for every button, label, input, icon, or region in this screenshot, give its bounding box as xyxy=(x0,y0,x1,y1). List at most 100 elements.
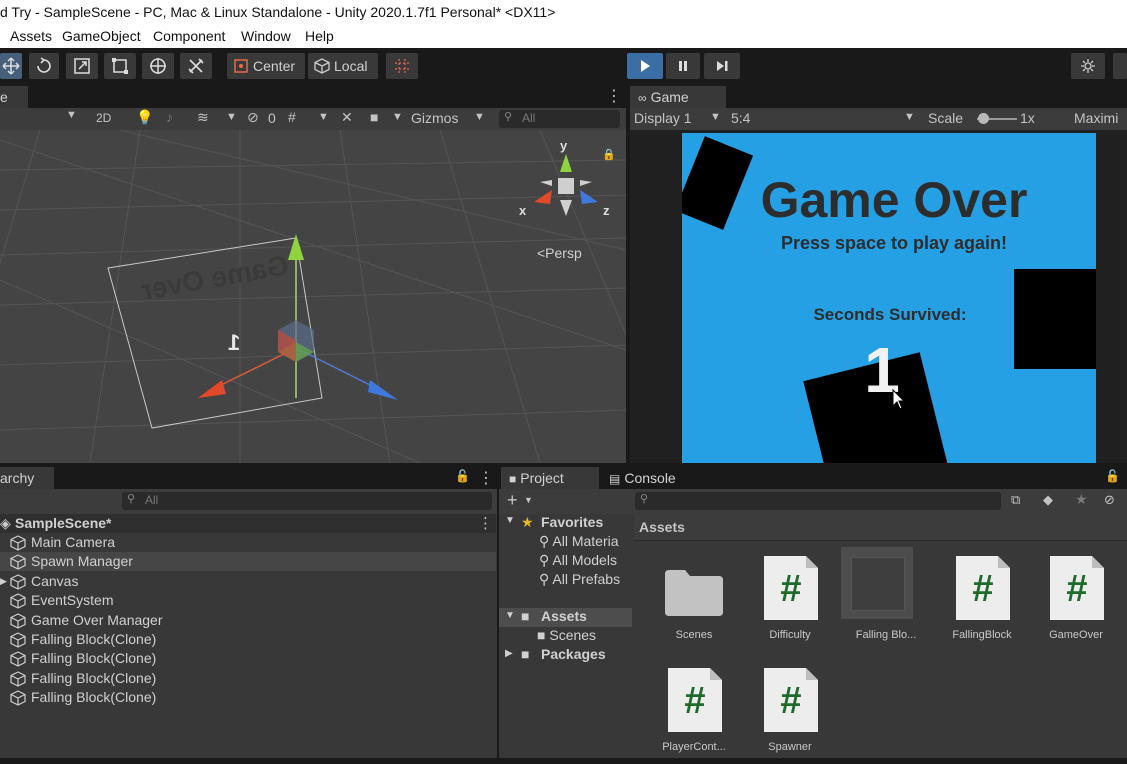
hierarchy-item[interactable]: Falling Block(Clone) xyxy=(0,649,496,668)
pivot-center-button[interactable]: Center xyxy=(227,53,305,79)
pause-button[interactable] xyxy=(666,53,700,79)
game-view[interactable]: Game Over Press space to play again! Sec… xyxy=(630,130,1127,463)
favorites-expand-icon[interactable]: ▼ xyxy=(505,515,515,526)
aspect-dropdown-icon[interactable]: ▼ xyxy=(904,111,915,123)
asset-breadcrumb-bar: Assets xyxy=(634,514,1127,541)
gameobject-cube-icon xyxy=(10,671,26,687)
menu-gameobject[interactable]: GameObject xyxy=(62,28,141,44)
menu-assets[interactable]: Assets xyxy=(10,28,52,44)
scene-panel-menu-icon[interactable]: ⋮ xyxy=(606,86,622,106)
hierarchy-scene-row[interactable]: ◈ SampleScene* ⋮ xyxy=(0,514,496,533)
transform-tool-button[interactable] xyxy=(142,53,174,79)
asset-tile[interactable]: # GameOver xyxy=(1036,552,1116,652)
hierarchy-item[interactable]: Game Over Manager xyxy=(0,611,496,630)
assets-expand-icon[interactable]: ▼ xyxy=(505,610,515,621)
create-plus-icon[interactable]: + xyxy=(507,490,518,511)
packages-tree-label[interactable]: Packages xyxy=(541,646,606,662)
grid-snap-button[interactable] xyxy=(386,53,418,79)
expand-arrow-icon[interactable]: ▶ xyxy=(0,576,7,587)
tab-project[interactable]: ■ Project xyxy=(501,467,599,489)
custom-tool-button[interactable] xyxy=(180,53,212,79)
favorite-item-materials[interactable]: ⚲ All Materia xyxy=(539,533,619,550)
gizmos-dropdown-icon[interactable]: ▼ xyxy=(474,111,485,123)
hierarchy-item[interactable]: EventSystem xyxy=(0,591,496,610)
scene-row-menu-icon[interactable]: ⋮ xyxy=(478,514,493,532)
tab-game[interactable]: ∞ Game xyxy=(630,86,726,108)
play-button[interactable] xyxy=(627,53,663,79)
asset-name: Falling Blo... xyxy=(855,629,917,641)
asset-tile[interactable]: Falling Blo... xyxy=(841,547,926,652)
asset-tile[interactable]: # FallingBlock xyxy=(942,552,1022,652)
lighting-icon[interactable]: 💡 xyxy=(136,109,153,126)
scene-search-input[interactable]: ⚲ All xyxy=(499,110,620,128)
asset-tile[interactable]: # PlayerCont... xyxy=(654,664,734,764)
menu-help[interactable]: Help xyxy=(305,28,334,44)
grid-dropdown-icon[interactable]: ▼ xyxy=(318,111,329,123)
tab-hierarchy[interactable]: archy xyxy=(0,467,54,489)
hierarchy-item[interactable]: ▶ Canvas xyxy=(0,572,496,591)
tree-row-assets-selected[interactable]: ▼ ■ Assets xyxy=(499,608,632,627)
hierarchy-menu-icon[interactable]: ⋮ xyxy=(478,468,494,488)
favorite-item-prefabs[interactable]: ⚲ All Prefabs xyxy=(539,571,620,588)
hierarchy-item[interactable]: Spawn Manager xyxy=(0,552,496,572)
create-dropdown-icon[interactable]: ▼ xyxy=(524,495,533,505)
menu-window[interactable]: Window xyxy=(241,28,291,44)
script-icon: # xyxy=(764,556,818,620)
favorites-label[interactable]: Favorites xyxy=(541,514,603,530)
project-search-input[interactable]: ⚲ xyxy=(635,492,1001,510)
hidden-packages-icon[interactable]: ⊘ xyxy=(1104,492,1115,508)
shading-dropdown-arrow-icon[interactable]: ▼ xyxy=(66,109,77,121)
aspect-select[interactable]: 5:4 xyxy=(731,110,750,126)
gizmos-button[interactable]: Gizmos xyxy=(411,110,458,126)
tab-console[interactable]: ▤ Console xyxy=(601,467,701,489)
tree-row-scenes[interactable]: ■ Scenes xyxy=(537,627,596,643)
panel-divider[interactable] xyxy=(626,86,630,463)
hierarchy-item[interactable]: Falling Block(Clone) xyxy=(0,630,496,649)
packages-expand-icon[interactable]: ▶ xyxy=(505,648,513,659)
pivot-local-button[interactable]: Local xyxy=(308,53,378,79)
project-lock-icon[interactable]: 🔓 xyxy=(1105,469,1120,483)
effects-icon[interactable]: ≋ xyxy=(197,109,209,126)
gizmo-lock-icon[interactable]: 🔒 xyxy=(602,148,616,161)
hierarchy-lock-icon[interactable]: 🔓 xyxy=(455,469,470,483)
filter-type-icon[interactable]: ⧉ xyxy=(1011,492,1020,508)
game-canvas[interactable]: Game Over Press space to play again! Sec… xyxy=(682,133,1096,463)
hidden-objects-icon[interactable]: ⊘ xyxy=(247,109,259,126)
camera-icon[interactable]: ■ xyxy=(370,109,378,125)
scene-view[interactable]: Game Over 1 y x z 🔒 <Persp xyxy=(0,130,626,463)
hierarchy-item[interactable]: Falling Block(Clone) xyxy=(0,669,496,688)
asset-tile[interactable]: # Spawner xyxy=(750,664,830,764)
scene-tools-icon[interactable]: ✕ xyxy=(341,109,353,126)
audio-icon[interactable]: ♪ xyxy=(166,109,173,125)
collab-button[interactable] xyxy=(1113,53,1127,79)
perspective-label[interactable]: <Persp xyxy=(537,245,582,261)
orientation-gizmo[interactable] xyxy=(522,140,612,230)
rect-tool-button[interactable] xyxy=(104,53,136,79)
effects-dropdown-icon[interactable]: ▼ xyxy=(226,111,237,123)
favorite-item-models[interactable]: ⚲ All Models xyxy=(539,552,617,569)
scale-slider-thumb[interactable] xyxy=(978,113,989,124)
breadcrumb[interactable]: Assets xyxy=(639,519,685,535)
display-dropdown-icon[interactable]: ▼ xyxy=(710,111,721,123)
step-button[interactable] xyxy=(704,53,740,79)
asset-tile[interactable]: Scenes xyxy=(654,552,734,652)
menu-component[interactable]: Component xyxy=(153,28,225,44)
maximize-on-play-button[interactable]: Maximi xyxy=(1074,110,1118,126)
mode-2d-button[interactable]: 2D xyxy=(96,111,111,125)
move-tool-button[interactable] xyxy=(0,53,22,79)
hierarchy-item[interactable]: Falling Block(Clone) xyxy=(0,688,496,707)
favorite-star-icon[interactable]: ★ xyxy=(1075,491,1088,508)
rotate-tool-button[interactable] xyxy=(29,53,59,79)
asset-tile[interactable]: # Difficulty xyxy=(750,552,830,652)
hierarchy-item[interactable]: Main Camera xyxy=(0,533,496,552)
assets-tree-label: Assets xyxy=(541,608,587,624)
pause-icon xyxy=(679,61,687,71)
tab-scene[interactable]: e xyxy=(0,86,28,108)
label-tag-icon[interactable]: ◆ xyxy=(1043,492,1053,508)
scale-tool-button[interactable] xyxy=(66,53,98,79)
display-select[interactable]: Display 1 xyxy=(634,110,692,126)
services-button[interactable] xyxy=(1071,53,1105,79)
camera-dropdown-icon[interactable]: ▼ xyxy=(392,111,403,123)
grid-visibility-icon[interactable]: # xyxy=(288,109,296,125)
hierarchy-search-input[interactable]: ⚲ All xyxy=(122,492,492,510)
